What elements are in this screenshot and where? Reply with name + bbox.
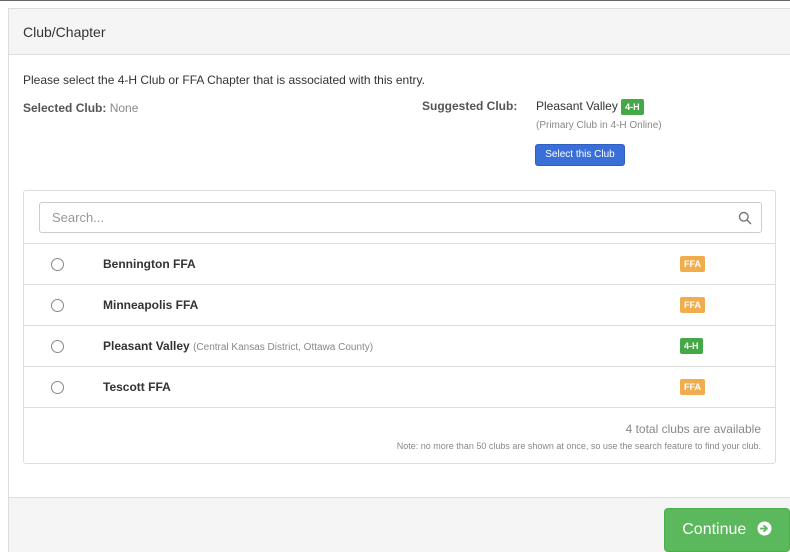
club-radio[interactable] [51,340,64,353]
search-limit-note: Note: no more than 50 clubs are shown at… [396,441,761,451]
club-name: Minneapolis FFA [103,298,199,312]
club-radio[interactable] [51,381,64,394]
continue-label: Continue [682,521,747,538]
suggested-club-subtext: (Primary Club in 4-H Online) [536,120,662,131]
selected-club-value: None [109,101,139,115]
club-type-badge: FFA [680,256,705,272]
selected-club: Selected Club: None [23,101,138,115]
club-list-panel: Bennington FFA FFA Minneapolis FFA FFA P… [23,190,776,464]
club-name: Tescott FFA [103,380,171,394]
club-name: Bennington FFA [103,257,196,271]
club-list: Bennington FFA FFA Minneapolis FFA FFA P… [24,243,775,407]
club-radio[interactable] [51,299,64,312]
club-radio[interactable] [51,258,64,271]
panel-footer: Continue [9,497,790,552]
suggested-club-badge: 4-H [621,99,644,115]
suggested-club-label: Suggested Club: [422,99,518,113]
suggested-club: Suggested Club: [422,99,517,113]
select-this-club-button[interactable]: Select this Club [535,144,625,166]
selected-club-label: Selected Club: [23,101,107,115]
club-row[interactable]: Tescott FFA FFA [24,366,775,407]
club-type-badge: FFA [680,297,705,313]
panel-header: Club/Chapter [9,9,790,55]
search-input[interactable] [40,203,730,232]
total-clubs-count: 4 total clubs are available [625,422,761,436]
suggested-club-name: Pleasant Valley [536,99,618,114]
club-detail: (Central Kansas District, Ottawa County) [193,342,374,353]
club-type-badge: 4-H [680,338,703,354]
club-chapter-panel: Club/Chapter Please select the 4-H Club … [8,8,790,552]
search-icon[interactable] [738,211,752,225]
arrow-circle-right-icon [757,521,772,536]
club-name: Pleasant Valley (Central Kansas District… [103,339,374,353]
panel-title: Club/Chapter [23,24,106,40]
club-row[interactable]: Bennington FFA FFA [24,243,775,284]
search-box [39,202,762,233]
top-divider [0,0,790,5]
suggested-club-name-row: Pleasant Valley 4-H [536,99,644,115]
club-row[interactable]: Minneapolis FFA FFA [24,284,775,325]
club-type-badge: FFA [680,379,705,395]
intro-text: Please select the 4-H Club or FFA Chapte… [23,73,425,87]
continue-button[interactable]: Continue [664,508,790,552]
list-summary: 4 total clubs are available Note: no mor… [24,407,775,464]
club-row[interactable]: Pleasant Valley (Central Kansas District… [24,325,775,366]
